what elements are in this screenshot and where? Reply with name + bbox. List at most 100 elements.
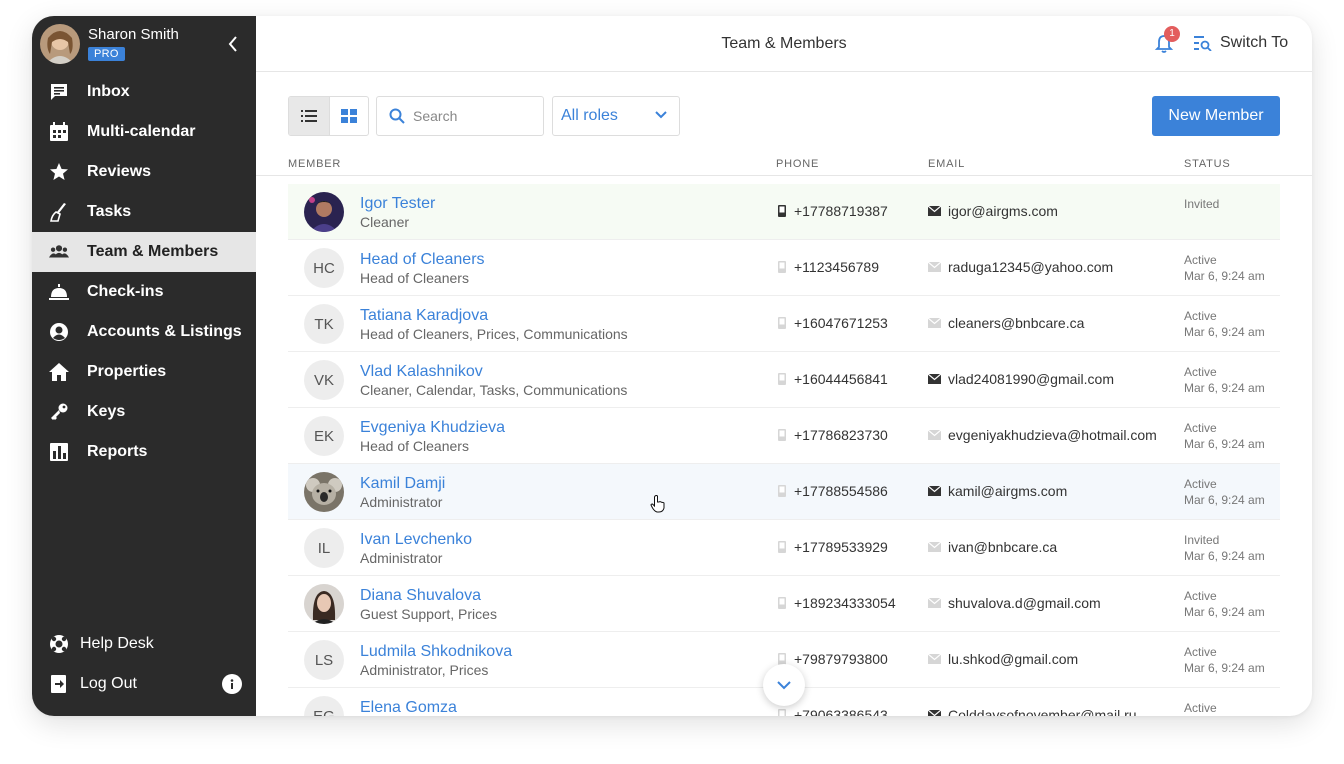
sidebar-item-reviews[interactable]: Reviews	[32, 152, 256, 192]
table-row[interactable]: HC Head of Cleaners Head of Cleaners +11…	[288, 240, 1280, 296]
member-phone-number: +17788554586	[794, 483, 888, 499]
switch-to-label: Switch To	[1220, 34, 1289, 51]
member-email-address: cleaners@bnbcare.ca	[948, 315, 1085, 331]
sidebar: Sharon Smith PRO Inbox Multi-calendar Re…	[32, 16, 256, 716]
log-out-label: Log Out	[80, 675, 137, 692]
member-name-link[interactable]: Kamil Damji	[360, 475, 445, 493]
member-avatar: LS	[304, 640, 344, 680]
member-initials: IL	[317, 539, 331, 557]
member-name-link[interactable]: Ivan Levchenko	[360, 531, 472, 549]
calendar-icon	[48, 121, 70, 143]
user-profile[interactable]: Sharon Smith PRO	[32, 16, 256, 72]
member-name-link[interactable]: Igor Tester	[360, 195, 435, 213]
member-name-link[interactable]: Vlad Kalashnikov	[360, 363, 483, 381]
table-row[interactable]: TK Tatiana Karadjova Head of Cleaners, P…	[288, 296, 1280, 352]
member-status-label: Active	[1184, 253, 1217, 267]
log-out-link[interactable]: Log Out	[32, 664, 256, 704]
chevron-down-icon	[777, 680, 791, 689]
sidebar-item-properties[interactable]: Properties	[32, 352, 256, 392]
mail-icon	[928, 374, 941, 384]
column-header-phone[interactable]: PHONE	[776, 158, 819, 170]
broom-icon	[48, 201, 70, 223]
member-name-link[interactable]: Head of Cleaners	[360, 251, 485, 269]
mail-icon	[928, 654, 941, 664]
member-name-link[interactable]: Evgeniya Khudzieva	[360, 419, 505, 437]
sidebar-item-check-ins[interactable]: Check-ins	[32, 272, 256, 312]
member-email: shuvalova.d@gmail.com	[928, 595, 1101, 611]
sidebar-item-tasks[interactable]: Tasks	[32, 192, 256, 232]
member-status: Invited	[1184, 196, 1219, 212]
member-role: Head of Cleaners	[360, 270, 469, 286]
member-status: Active Mar 6, 9:24 am	[1184, 308, 1265, 340]
member-name-link[interactable]: Ludmila Shkodnikova	[360, 643, 512, 661]
member-name-link[interactable]: Tatiana Karadjova	[360, 307, 488, 325]
table-header: MEMBER PHONE EMAIL STATUS	[256, 156, 1312, 176]
main-content: Team & Members 1 Switch To Search All ro…	[256, 16, 1312, 716]
sidebar-item-accounts-listings[interactable]: Accounts & Listings	[32, 312, 256, 352]
member-phone: +189234333054	[778, 595, 896, 611]
table-row[interactable]: EK Evgeniya Khudzieva Head of Cleaners +…	[288, 408, 1280, 464]
sidebar-item-label: Accounts & Listings	[87, 323, 242, 340]
member-email: lu.shkod@gmail.com	[928, 651, 1078, 667]
sidebar-item-label: Check-ins	[87, 283, 164, 300]
column-header-status[interactable]: STATUS	[1184, 158, 1231, 170]
table-row[interactable]: Igor Tester Cleaner +17788719387 igor@ai…	[288, 184, 1280, 240]
member-avatar	[304, 472, 344, 512]
home-icon	[48, 361, 70, 383]
table-row[interactable]: Kamil Damji Administrator +17788554586 k…	[288, 464, 1280, 520]
sidebar-nav: Inbox Multi-calendar Reviews Tasks Team …	[32, 72, 256, 472]
help-desk-link[interactable]: Help Desk	[32, 624, 256, 664]
member-status-date: Mar 6, 9:24 am	[1184, 269, 1265, 283]
search-input[interactable]	[413, 108, 533, 124]
member-name-link[interactable]: Diana Shuvalova	[360, 587, 481, 605]
member-email: ivan@bnbcare.ca	[928, 539, 1057, 555]
table-row[interactable]: Diana Shuvalova Guest Support, Prices +1…	[288, 576, 1280, 632]
member-status: Active Mar 6, 9:24 am	[1184, 420, 1265, 452]
phone-icon	[778, 317, 786, 329]
table-row[interactable]: IL Ivan Levchenko Administrator +1778953…	[288, 520, 1280, 576]
sidebar-item-keys[interactable]: Keys	[32, 392, 256, 432]
member-status-label: Active	[1184, 365, 1217, 379]
member-initials: VK	[313, 371, 334, 389]
member-phone-number: +17786823730	[794, 427, 888, 443]
mail-icon	[928, 710, 941, 716]
sidebar-item-multi-calendar[interactable]: Multi-calendar	[32, 112, 256, 152]
search-icon	[389, 108, 405, 124]
mail-icon	[928, 206, 941, 216]
member-status-label: Active	[1184, 421, 1217, 435]
switch-to-button[interactable]: Switch To	[1194, 34, 1288, 52]
member-phone: +79063386543	[778, 707, 888, 716]
list-view-button[interactable]	[289, 97, 329, 135]
sidebar-item-inbox[interactable]: Inbox	[32, 72, 256, 112]
grid-view-button[interactable]	[328, 97, 369, 135]
sidebar-item-label: Properties	[87, 363, 167, 380]
member-status-date: Mar 6, 9:24 am	[1184, 605, 1265, 619]
logout-icon	[48, 673, 70, 695]
phone-icon	[778, 205, 786, 217]
info-icon[interactable]	[222, 674, 242, 694]
view-toggle	[288, 96, 369, 136]
column-header-member[interactable]: MEMBER	[288, 158, 341, 170]
member-status: Active Mar 6, 9:24 am	[1184, 588, 1265, 620]
member-email: evgeniyakhudzieva@hotmail.com	[928, 427, 1157, 443]
phone-icon	[778, 373, 786, 385]
search-field	[376, 96, 544, 136]
roles-select[interactable]: All roles	[552, 96, 680, 136]
lifebuoy-icon	[48, 633, 70, 655]
sidebar-item-team-members[interactable]: Team & Members	[32, 232, 256, 272]
new-member-button[interactable]: New Member	[1152, 96, 1280, 136]
member-status-label: Active	[1184, 477, 1217, 491]
member-email-address: ivan@bnbcare.ca	[948, 539, 1058, 555]
phone-icon	[778, 709, 786, 716]
phone-icon	[778, 597, 786, 609]
member-status-label: Active	[1184, 309, 1217, 323]
table-row[interactable]: VK Vlad Kalashnikov Cleaner, Calendar, T…	[288, 352, 1280, 408]
chevron-down-icon	[655, 111, 667, 119]
user-avatar	[40, 24, 80, 64]
collapse-sidebar-button[interactable]	[224, 34, 242, 54]
scroll-down-button[interactable]	[763, 664, 805, 706]
column-header-email[interactable]: EMAIL	[928, 158, 965, 170]
sidebar-item-reports[interactable]: Reports	[32, 432, 256, 472]
member-name-link[interactable]: Elena Gomza	[360, 699, 457, 716]
member-email-address: vlad24081990@gmail.com	[948, 371, 1114, 387]
